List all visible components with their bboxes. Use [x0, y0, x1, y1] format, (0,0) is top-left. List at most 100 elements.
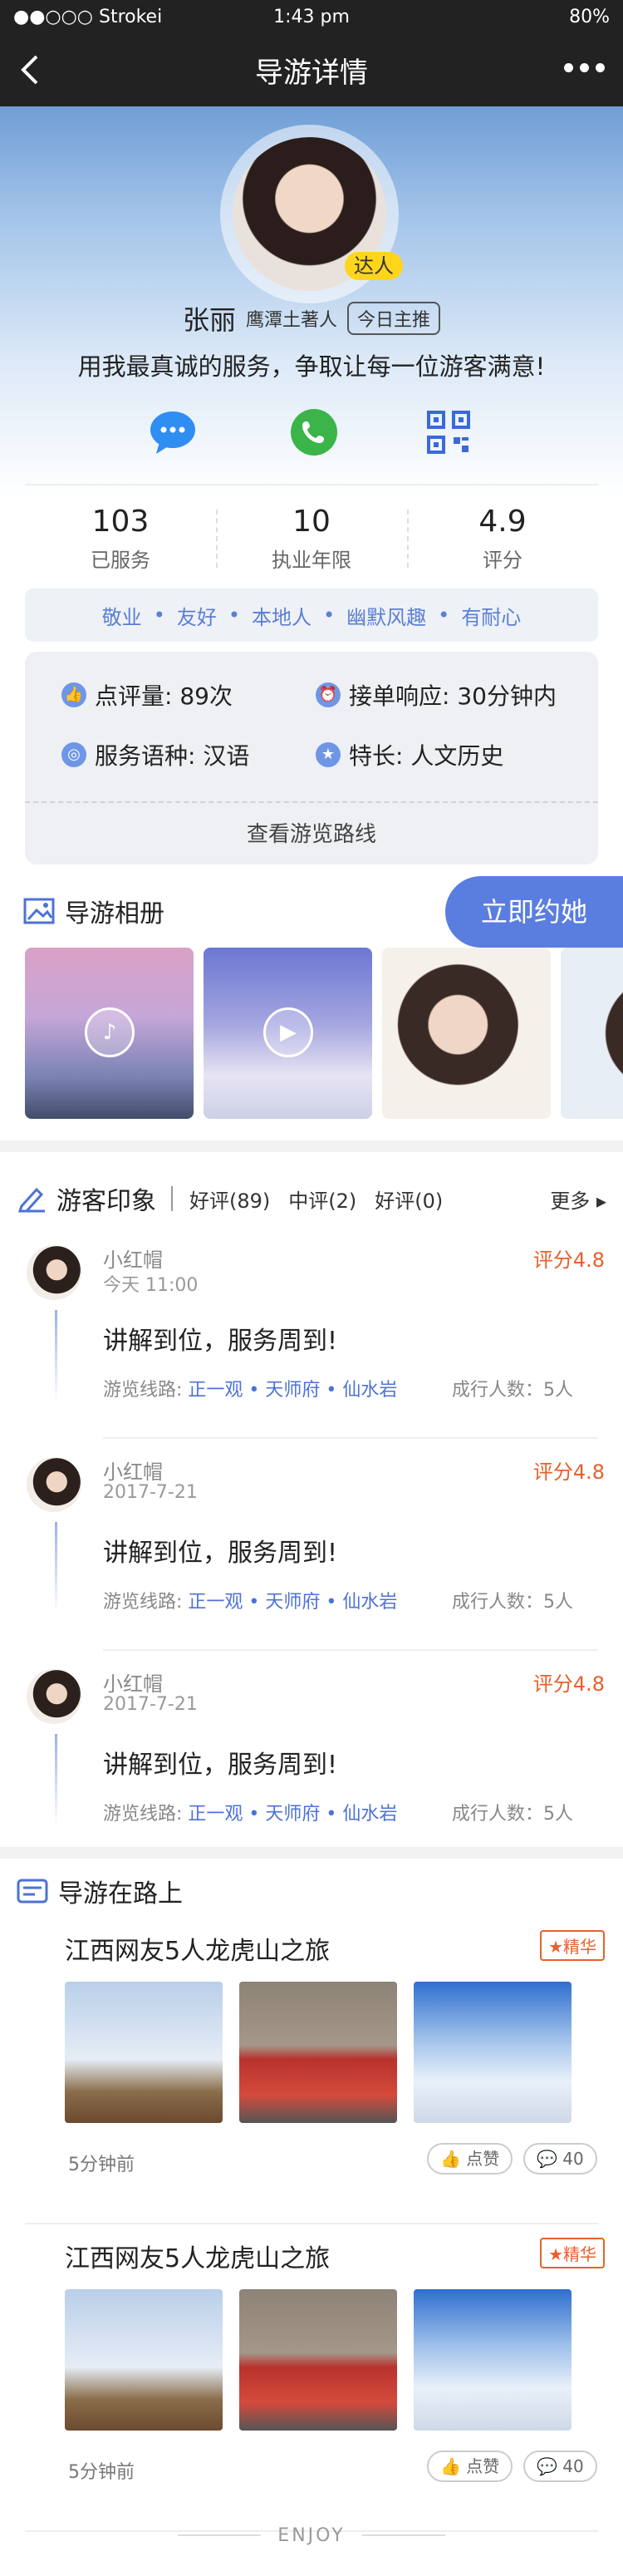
reviewer-avatar[interactable] — [27, 1669, 81, 1724]
stat-label: 评分 — [483, 549, 522, 572]
tag-separator: • — [228, 603, 240, 627]
book-now-button[interactable]: 立即约她 — [445, 876, 623, 948]
review-item: 小红帽 2017-7-21 评分4.8 讲解到位，服务周到! 游览线路: 正一观… — [0, 1651, 623, 1863]
comment-button[interactable]: 💬 40 — [523, 2143, 597, 2175]
timeline-line — [55, 1310, 57, 1401]
more-button[interactable] — [564, 63, 605, 72]
service-language: 服务语种: 汉语 — [95, 742, 250, 770]
review-date: 2017-7-21 — [103, 1482, 198, 1503]
stat-value: 4.9 — [478, 505, 527, 539]
qrcode-button[interactable] — [424, 407, 473, 457]
footer-text: ENJOY — [277, 2524, 346, 2546]
group-size: 成行人数：5人 — [452, 1380, 573, 1401]
featured-label: 精华 — [563, 1937, 596, 1957]
dot-icon — [564, 63, 573, 72]
route-value[interactable]: 正一观 • 天师府 • 仙水岩 — [188, 1380, 397, 1401]
featured-label: 精华 — [563, 2244, 596, 2264]
reviewer-avatar[interactable] — [27, 1457, 81, 1512]
timeline-line — [55, 1734, 57, 1825]
review-text: 讲解到位，服务周到! — [103, 1327, 338, 1356]
thumbs-up-icon: 👍 — [440, 2456, 461, 2476]
review-item: 小红帽 今天 11:00 评分4.8 讲解到位，服务周到! 游览线路: 正一观 … — [0, 1227, 623, 1439]
post-image-cablecar[interactable] — [65, 1982, 223, 2123]
travel-post[interactable]: 江西网友5人龙虎山之旅 ★精华 5分钟前 👍 点赞 💬 40 — [0, 1917, 623, 2224]
album-photo[interactable] — [382, 948, 551, 1119]
route-label: 游览线路: — [103, 1804, 183, 1825]
specialty-item: ★ 特长: 人文历史 — [316, 738, 503, 771]
album-title: 导游相册 — [65, 899, 164, 928]
recommend-tag: 今日主推 — [347, 302, 441, 335]
chevron-left-icon — [21, 55, 38, 85]
route-value[interactable]: 正一观 • 天师府 • 仙水岩 — [188, 1592, 397, 1613]
route-label: 游览线路: — [103, 1380, 183, 1401]
album-video-sunset[interactable]: ♪ — [25, 948, 194, 1119]
more-label: 更多 — [550, 1189, 591, 1213]
post-title: 江西网友5人龙虎山之旅 — [65, 1937, 331, 1966]
post-image-gondola[interactable] — [414, 1982, 571, 2123]
trait-tag: 有耐心 — [461, 605, 522, 629]
stat-years: 10 执业年限 — [216, 505, 407, 573]
album-video-snow[interactable]: ▶ — [204, 948, 372, 1119]
comment-button[interactable]: 💬 40 — [523, 2450, 597, 2482]
comment-count: 40 — [562, 2456, 584, 2476]
stat-served: 103 已服务 — [25, 505, 216, 573]
photo-album: ♪ ▶ — [25, 948, 623, 1119]
specialty: 特长: 人文历史 — [349, 742, 504, 770]
on-road-title: 导游在路上 — [58, 1879, 183, 1909]
featured-badge: ★精华 — [540, 2238, 605, 2268]
phone-icon — [291, 409, 337, 456]
name-row: 张丽 鹰潭土著人 今日主推 — [0, 299, 623, 337]
note-icon — [17, 1879, 48, 1904]
alarm-clock-icon: ⏰ — [316, 682, 341, 707]
dot-icon — [596, 63, 605, 72]
thumbs-up-icon: 👍 — [61, 682, 86, 707]
comment-icon: 💬 — [537, 2149, 557, 2169]
star-icon: ★ — [548, 2244, 563, 2264]
nav-bar: 导游详情 — [0, 33, 623, 106]
stat-label: 已服务 — [91, 549, 150, 572]
on-road-header: 导游在路上 — [0, 1865, 623, 1917]
battery: 80% — [569, 6, 610, 27]
album-photo[interactable] — [561, 948, 623, 1119]
review-score: 评分4.8 — [532, 1249, 605, 1272]
like-button[interactable]: 👍 点赞 — [427, 2450, 513, 2482]
filter-neutral[interactable]: 中评(2) — [288, 1185, 356, 1214]
post-images — [65, 2289, 571, 2431]
more-reviews-link[interactable]: 更多 ▸ — [550, 1185, 606, 1214]
footer-enjoy: ENJOY — [0, 2519, 623, 2552]
travel-post[interactable]: 江西网友5人龙虎山之旅 ★精华 5分钟前 👍 点赞 💬 40 — [0, 2224, 623, 2532]
view-route-button[interactable]: 查看游览路线 — [25, 801, 598, 864]
like-label: 点赞 — [466, 2149, 500, 2169]
footer-rule — [361, 2534, 445, 2536]
post-image-tram[interactable] — [239, 1982, 397, 2123]
tag-separator: • — [153, 603, 165, 627]
call-button[interactable] — [289, 407, 339, 457]
star-icon: ★ — [548, 1937, 563, 1957]
post-image-tram[interactable] — [239, 2289, 397, 2431]
review-score: 评分4.8 — [532, 1672, 605, 1696]
review-count: 点评量: 89次 — [95, 682, 233, 710]
route-value[interactable]: 正一观 • 天师府 • 仙水岩 — [188, 1804, 397, 1825]
review-date: 今天 11:00 — [103, 1275, 199, 1296]
back-button[interactable] — [15, 52, 48, 88]
chat-button[interactable] — [148, 407, 198, 457]
timeline-line — [55, 1522, 57, 1613]
review-count-item: 👍 点评量: 89次 — [61, 678, 233, 712]
language-item: ◎ 服务语种: 汉语 — [61, 738, 249, 771]
reviewer-name: 小红帽 — [103, 1460, 163, 1484]
post-time: 5分钟前 — [68, 2462, 135, 2483]
review-date: 2017-7-21 — [103, 1694, 198, 1715]
post-image-cablecar[interactable] — [65, 2289, 223, 2431]
guide-info-card: 👍 点评量: 89次 ⏰ 接单响应: 30分钟内 ◎ 服务语种: 汉语 ★ 特长… — [25, 652, 598, 864]
guide-name: 张丽 — [182, 304, 236, 336]
post-image-gondola[interactable] — [414, 2289, 571, 2431]
group-size: 成行人数：5人 — [452, 1592, 573, 1613]
reviewer-name: 小红帽 — [103, 1249, 163, 1272]
filter-negative[interactable]: 好评(0) — [375, 1185, 443, 1214]
filter-positive[interactable]: 好评(89) — [189, 1185, 270, 1214]
review-text: 讲解到位，服务周到! — [103, 1751, 338, 1780]
like-button[interactable]: 👍 点赞 — [427, 2143, 513, 2175]
stat-value: 103 — [91, 505, 150, 539]
group-size: 成行人数：5人 — [452, 1804, 573, 1825]
reviewer-avatar[interactable] — [27, 1245, 81, 1300]
